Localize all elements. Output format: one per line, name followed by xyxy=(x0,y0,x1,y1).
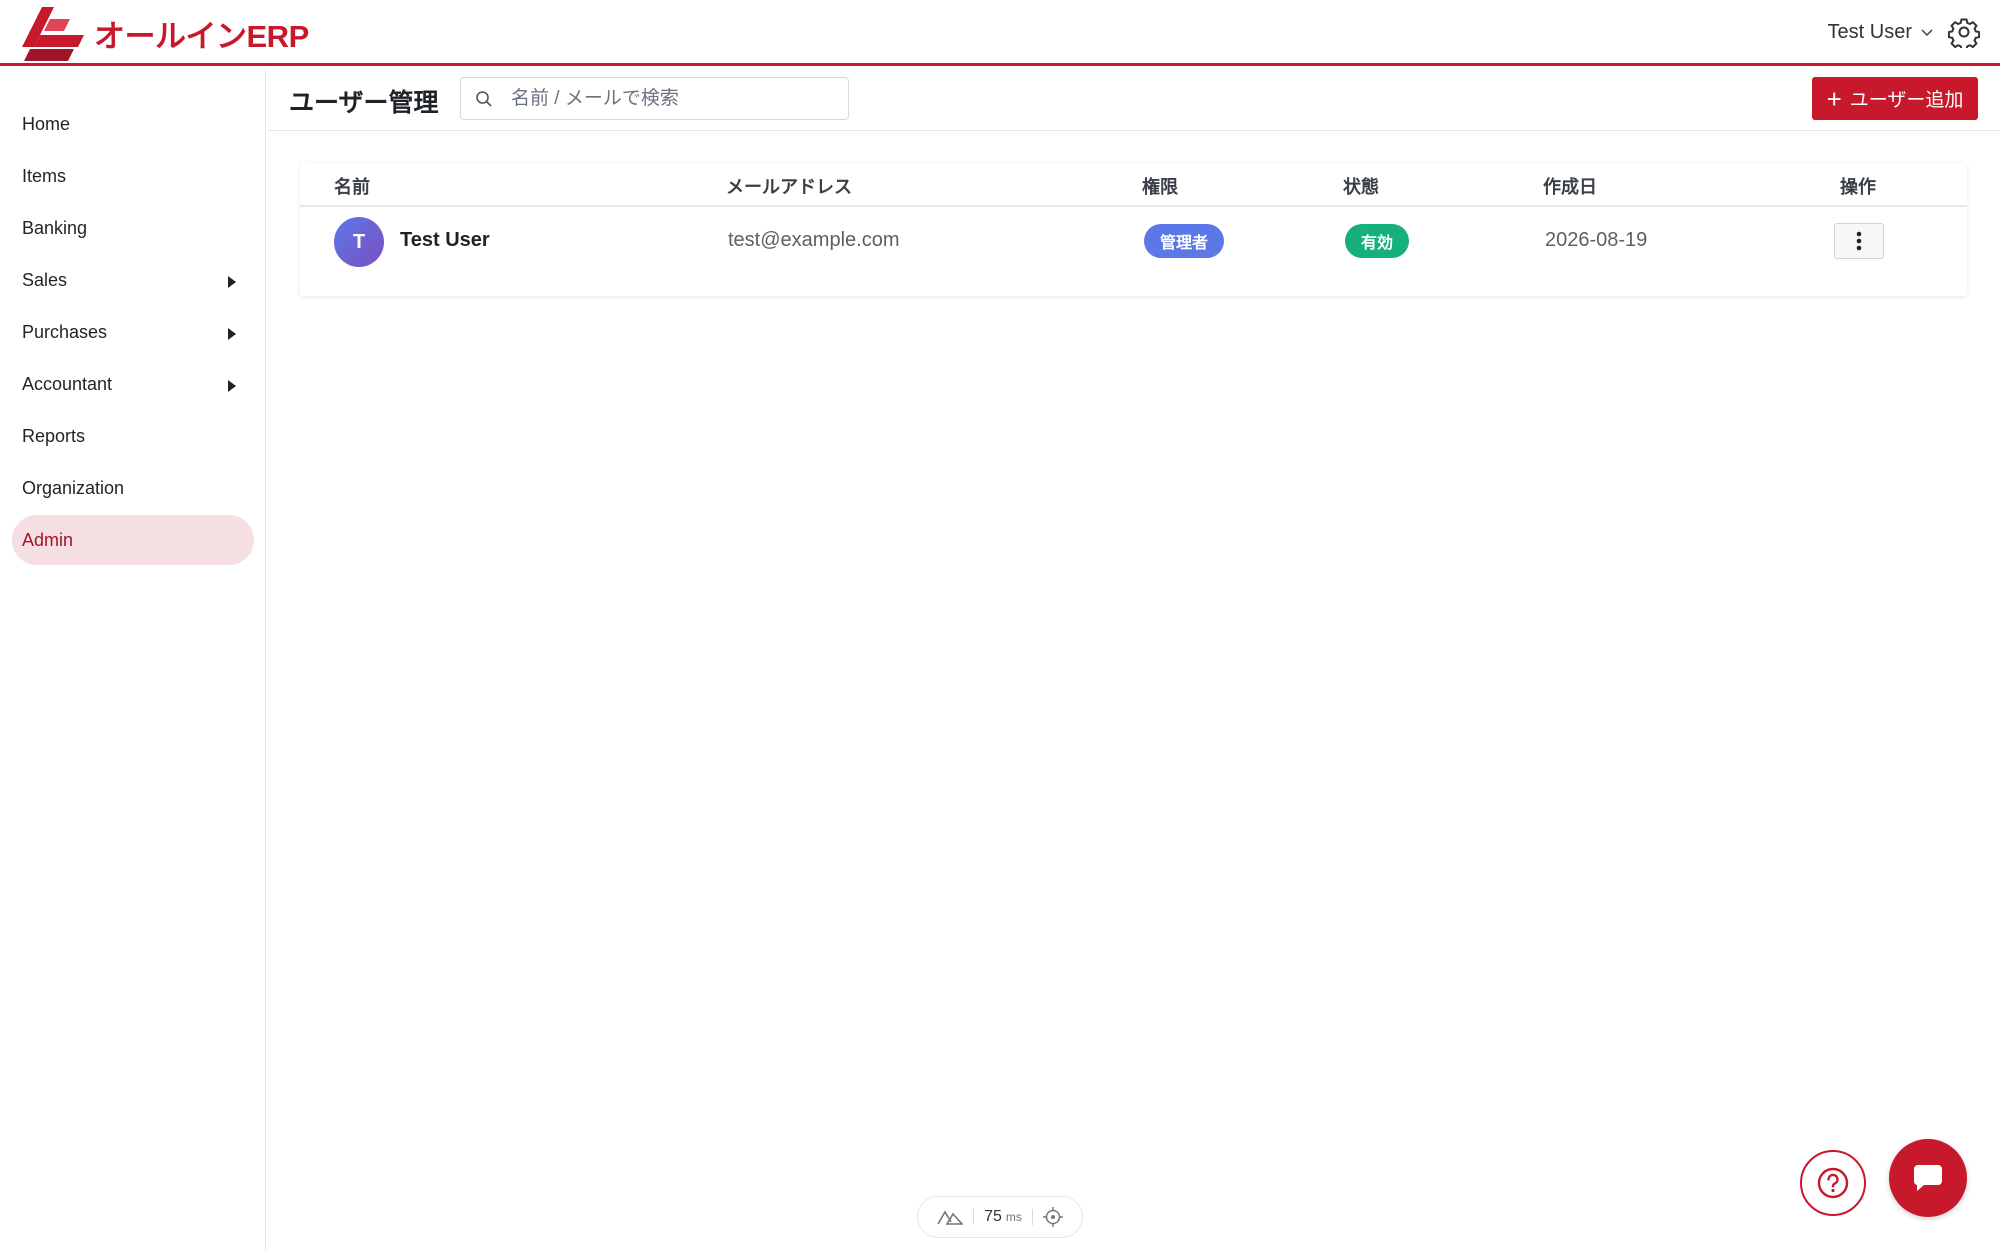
caret-right-icon xyxy=(228,276,236,288)
row-actions-button[interactable] xyxy=(1834,223,1884,259)
user-name-cell: Test User xyxy=(400,229,490,251)
sidebar-item-purchases[interactable]: Purchases xyxy=(12,307,254,357)
logo-mark-icon xyxy=(22,7,84,61)
divider xyxy=(1031,1209,1033,1225)
caret-right-icon xyxy=(228,328,236,340)
role-badge: 管理者 xyxy=(1144,224,1225,258)
avatar: T xyxy=(334,217,384,267)
chat-icon xyxy=(1913,1165,1942,1191)
user-email-cell: test@example.com xyxy=(728,229,900,251)
user-name: Test User xyxy=(1827,20,1912,43)
sidebar-item-reports[interactable]: Reports xyxy=(12,411,254,461)
crosshair-icon[interactable] xyxy=(1042,1207,1063,1227)
chat-button[interactable] xyxy=(1889,1139,1967,1217)
page-header: ユーザー管理 + ユーザー追加 xyxy=(267,69,2000,131)
header-divider xyxy=(300,205,1967,207)
column-header-created[interactable]: 作成日 xyxy=(1543,173,1597,199)
brand-name: オールインERP xyxy=(94,18,309,54)
nuxt-devtools-icon xyxy=(937,1210,964,1225)
add-user-button[interactable]: + ユーザー追加 xyxy=(1812,77,1978,120)
status-badge: 有効 xyxy=(1345,224,1410,258)
column-header-status[interactable]: 状態 xyxy=(1343,173,1379,199)
divider xyxy=(973,1209,975,1225)
help-icon xyxy=(1817,1167,1849,1199)
column-header-role[interactable]: 権限 xyxy=(1142,173,1178,199)
sidebar-item-banking[interactable]: Banking xyxy=(12,203,254,253)
avatar-initial: T xyxy=(352,230,366,253)
plus-icon: + xyxy=(1826,83,1842,114)
chevron-down-icon xyxy=(1921,29,1933,37)
add-user-button-label: ユーザー追加 xyxy=(1849,90,1964,111)
column-header-email[interactable]: メールアドレス xyxy=(726,173,852,199)
sidebar-item-label: Purchases xyxy=(22,321,108,342)
sidebar-item-sales[interactable]: Sales xyxy=(12,255,254,305)
top-bar: オールインERP Test User xyxy=(0,0,2000,66)
sidebar-item-label: Banking xyxy=(22,217,88,238)
sidebar-item-label: Organization xyxy=(22,477,125,498)
search-icon xyxy=(476,91,492,107)
created-date-cell: 2026-08-19 xyxy=(1545,229,1648,251)
column-header-actions: 操作 xyxy=(1840,177,1876,197)
sidebar-item-label: Reports xyxy=(22,425,86,446)
sidebar-item-admin[interactable]: Admin xyxy=(12,515,254,565)
sidebar-item-label: Accountant xyxy=(22,373,113,394)
user-menu[interactable]: Test User xyxy=(1828,16,1934,48)
gear-icon[interactable] xyxy=(1948,16,1980,48)
kebab-menu-icon xyxy=(1856,231,1862,251)
perf-value: 75 xyxy=(984,1208,1002,1225)
search-input[interactable] xyxy=(511,78,841,119)
sidebar-item-home[interactable]: Home xyxy=(12,99,254,149)
help-button[interactable] xyxy=(1800,1150,1866,1216)
brand-logo[interactable]: オールインERP xyxy=(20,4,309,62)
sidebar-item-accountant[interactable]: Accountant xyxy=(12,359,254,409)
caret-right-icon xyxy=(228,380,236,392)
page-title: ユーザー管理 xyxy=(289,89,439,117)
sidebar-item-organization[interactable]: Organization xyxy=(12,463,254,513)
perf-indicator[interactable]: 75 ms xyxy=(917,1196,1083,1238)
sidebar-item-items[interactable]: Items xyxy=(12,151,254,201)
sidebar-item-label: Sales xyxy=(22,269,68,290)
search-box xyxy=(460,77,849,120)
sidebar-item-label: Items xyxy=(22,165,67,186)
users-table: 名前 メールアドレス 権限 状態 作成日 操作 T Test User test… xyxy=(300,163,1967,296)
perf-unit: ms xyxy=(1005,1210,1022,1224)
sidebar: Home Items Banking Sales Purchases Accou… xyxy=(0,69,266,1250)
sidebar-item-label: Home xyxy=(22,113,71,134)
column-header-name[interactable]: 名前 xyxy=(334,173,370,199)
sidebar-item-label: Admin xyxy=(22,529,74,550)
